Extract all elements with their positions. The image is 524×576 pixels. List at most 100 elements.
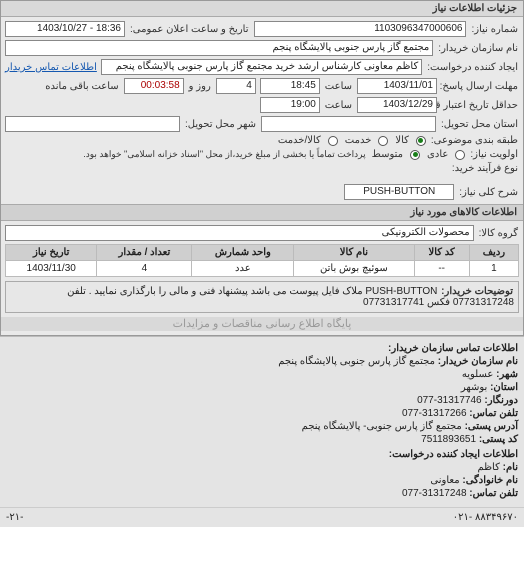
contact-fax: دورنگار: 31317746-077 [6, 395, 518, 406]
contact-name-k: نام سازمان خریدار: [438, 356, 518, 367]
contact-block: اطلاعات تماس سازمان خریدار: نام سازمان خ… [0, 336, 524, 507]
deadline-time: 18:45 [260, 78, 320, 94]
footer-left: -۲۱- [6, 512, 23, 523]
validity-date: 1403/12/29 [357, 97, 437, 113]
buyer-note-box: توضیحات خریدار: PUSH-BUTTON ملاک فایل پی… [5, 281, 519, 313]
th-2: نام کالا [294, 245, 414, 261]
classification-label: طبقه بندی موضوعی: [430, 135, 519, 146]
creator-tel-k: تلفن تماس: [469, 488, 518, 499]
contact-province-v: بوشهر [461, 382, 487, 393]
days-label: روز و [188, 81, 212, 92]
remain-label: ساعت باقی مانده [44, 81, 119, 92]
summary-value: PUSH-BUTTON [344, 184, 454, 200]
row-classification: طبقه بندی موضوعی: کالا خدمت کالا/خدمت [5, 135, 519, 146]
deadline-label: مهلت ارسال پاسخ: تا تاریخ: [441, 81, 519, 92]
contact-province: استان: بوشهر [6, 382, 518, 393]
contact-post: کد پستی: 7511893651 [6, 434, 518, 445]
creator-lname-k: نام خانوادگی: [462, 475, 518, 486]
contact-tel-v: 31317266-077 [402, 408, 467, 419]
contact-province-k: استان: [490, 382, 518, 393]
city-label: شهر محل تحویل: [184, 119, 257, 130]
td-4: 4 [97, 261, 192, 277]
creator-tel-v: 31317248-077 [402, 488, 467, 499]
footer-right: ۸۸۳۴۹۶۷۰ -۰۲۱ [453, 512, 518, 523]
contact-post-v: 7511893651 [421, 434, 476, 445]
creator-header: اطلاعات ایجاد کننده درخواست: [6, 449, 518, 460]
opt-med: متوسط [371, 149, 404, 160]
radio-med[interactable] [410, 150, 420, 160]
opt-service: خدمت [344, 135, 373, 146]
td-0: 1 [469, 261, 518, 277]
items-header: اطلاعات کالاهای مورد نیاز [1, 204, 523, 221]
buyer-name-field: مجتمع گاز پارس جنوبی پالایشگاه پنجم [5, 40, 433, 56]
priority-group: عادی متوسط [371, 149, 466, 160]
hour-label-1: ساعت [324, 81, 353, 92]
contact-city-v: عسلویه [462, 369, 494, 380]
province-label: استان محل تحویل: [440, 119, 519, 130]
announce-label: تاریخ و ساعت اعلان عمومی: [129, 24, 250, 35]
opt-normal: عادی [426, 149, 449, 160]
contact-header: اطلاعات تماس سازمان خریدار: [6, 343, 518, 354]
row-deadline: مهلت ارسال پاسخ: تا تاریخ: 1403/11/01 سا… [5, 78, 519, 94]
contact-name: نام سازمان خریدار: مجتمع گاز پارس جنوبی … [6, 356, 518, 367]
td-1: -- [414, 261, 469, 277]
req-no-label: شماره نیاز: [470, 24, 519, 35]
contact-tel: تلفن تماس: 31317266-077 [6, 408, 518, 419]
city-field [5, 116, 180, 132]
group-label: گروه کالا: [478, 228, 519, 239]
creator-label: ایجاد کننده درخواست: [426, 62, 519, 73]
items-table: ردیف کد کالا نام کالا واحد شمارش تعداد /… [5, 244, 519, 277]
details-panel: جزئیات اطلاعات نیاز شماره نیاز: 11030963… [0, 0, 524, 336]
row-req-no: شماره نیاز: 1103096347000606 تاریخ و ساع… [5, 21, 519, 37]
creator-lname: نام خانوادگی: معاونی [6, 475, 518, 486]
process-label: نوع فرآیند خرید: [451, 163, 519, 174]
creator-fname: نام: کاظم [6, 462, 518, 473]
table-row: 1 -- سوئیچ بوش باتن عدد 4 1403/11/30 [6, 261, 519, 277]
td-5: 1403/11/30 [6, 261, 97, 277]
watermark: پایگاه اطلاع رسانی مناقصات و مزایدات [1, 317, 523, 331]
row-priority: اولویت نیاز: عادی متوسط پرداخت تماماً یا… [5, 149, 519, 160]
contact-addr: آدرس پستی: مجتمع گاز پارس جنوبی- پالایشگ… [6, 421, 518, 432]
creator-lname-v: معاونی [430, 475, 459, 486]
creator-tel: تلفن تماس: 31317248-077 [6, 488, 518, 499]
creator-header-text: اطلاعات ایجاد کننده درخواست: [389, 449, 518, 460]
req-no-field: 1103096347000606 [254, 21, 467, 37]
buyer-note-label: توضیحات خریدار: [440, 286, 514, 297]
table-header-row: ردیف کد کالا نام کالا واحد شمارش تعداد /… [6, 245, 519, 261]
buyer-contact-link[interactable]: اطلاعات تماس خریدار [5, 62, 97, 73]
buyer-name-label: نام سازمان خریدار: [437, 43, 519, 54]
td-2: سوئیچ بوش باتن [294, 261, 414, 277]
contact-city: شهر: عسلویه [6, 369, 518, 380]
td-3: عدد [192, 261, 294, 277]
panel-title: جزئیات اطلاعات نیاز [1, 1, 523, 17]
contact-post-k: کد پستی: [479, 434, 518, 445]
hour-label-2: ساعت [324, 100, 353, 111]
contact-city-k: شهر: [496, 369, 518, 380]
contact-fax-v: 31317746-077 [417, 395, 482, 406]
footer: ۸۸۳۴۹۶۷۰ -۰۲۱ -۲۱- [0, 507, 524, 527]
creator-fname-k: نام: [503, 462, 518, 473]
radio-normal[interactable] [455, 150, 465, 160]
opt-goods: کالا [394, 135, 410, 146]
th-0: ردیف [469, 245, 518, 261]
announce-field: 18:36 - 1403/10/27 [5, 21, 125, 37]
radio-goods[interactable] [416, 136, 426, 146]
radio-service[interactable] [378, 136, 388, 146]
th-4: تعداد / مقدار [97, 245, 192, 261]
deadline-date: 1403/11/01 [357, 78, 437, 94]
summary-label: شرح کلی نیاز: [458, 187, 519, 198]
opt-goods-service: کالا/خدمت [277, 135, 322, 146]
creator-field: کاظم معاونی کارشناس ارشد خرید مجتمع گاز … [101, 59, 422, 75]
countdown: 00:03:58 [124, 78, 184, 94]
contact-fax-k: دورنگار: [484, 395, 518, 406]
contact-header-text: اطلاعات تماس سازمان خریدار: [388, 343, 518, 354]
row-location: استان محل تحویل: شهر محل تحویل: [5, 116, 519, 132]
creator-fname-v: کاظم [477, 462, 499, 473]
validity-label: حداقل تاریخ اعتبار قیمت: تا تاریخ: [441, 100, 519, 111]
row-process: نوع فرآیند خرید: [5, 163, 519, 174]
th-1: کد کالا [414, 245, 469, 261]
days-field: 4 [216, 78, 256, 94]
radio-goods-service[interactable] [328, 136, 338, 146]
row-group: گروه کالا: محصولات الکترونیکی [5, 225, 519, 241]
classification-group: کالا خدمت کالا/خدمت [277, 135, 426, 146]
